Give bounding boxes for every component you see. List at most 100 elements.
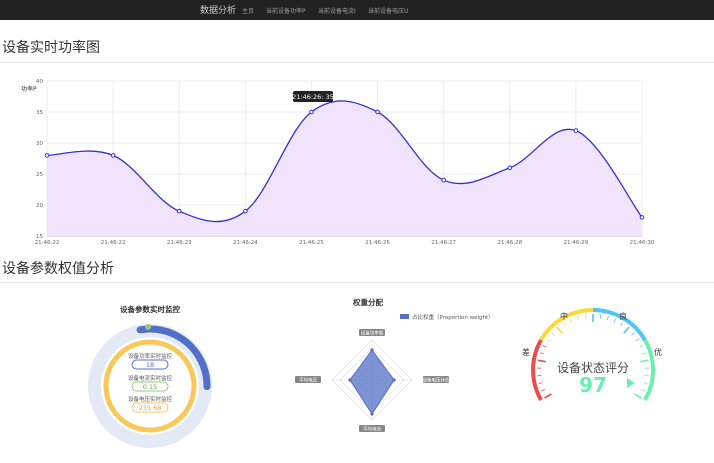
radar-point[interactable]: [392, 378, 396, 382]
gauge-tick: [639, 345, 644, 348]
gauge-tick: [577, 316, 580, 321]
radar-point[interactable]: [370, 412, 374, 416]
monitor-value-current: 0.15: [143, 383, 157, 391]
nav-item-home[interactable]: 主页: [242, 6, 254, 15]
y-axis-label: 功率P: [21, 85, 37, 93]
gauge-tick: [538, 382, 543, 384]
data-point[interactable]: [639, 215, 645, 220]
nav-item-voltage[interactable]: 当前设备电压U: [368, 6, 408, 15]
gauge-tick: [562, 322, 566, 327]
monitor-label-power: 设备功率实时监控: [128, 352, 173, 360]
y-tick-label: 40: [36, 79, 43, 85]
gauge-label-bad: 差: [522, 347, 530, 357]
radar-title: 权重分配: [352, 297, 383, 307]
navbar-brand[interactable]: 数据分析: [200, 3, 236, 16]
power-section-title: 设备实时功率图: [2, 40, 100, 56]
x-tick-label: 21:46:29: [564, 240, 589, 246]
svg-text:平均电压: 平均电压: [299, 377, 317, 384]
svg-text:设备功率图: 设备功率图: [361, 330, 384, 337]
svg-text:设备电压状态: 设备电压状态: [423, 377, 450, 384]
radar-legend-swatch[interactable]: [400, 314, 409, 319]
x-tick-label: 21:46:27: [431, 240, 456, 246]
radar-axis-label: 设备功率图: [359, 329, 385, 337]
x-tick-label: 21:46:22: [101, 240, 126, 246]
monitor-gauge: 设备参数实时监控 设备功率实时监控 18 设备电流实时监控 0.15 设备电压实…: [88, 304, 212, 448]
gauge-tick: [640, 359, 649, 363]
chart-tooltip: 21:46:26: 35: [292, 91, 334, 102]
data-point[interactable]: [507, 165, 513, 171]
gauge-tick: [643, 382, 648, 384]
data-point[interactable]: [375, 109, 380, 115]
gauge-tick: [641, 389, 646, 392]
gauge-tick: [542, 345, 547, 348]
nav-item-power[interactable]: 当前设备功率P: [266, 6, 306, 15]
monitor-label-voltage: 设备电压实时监控: [128, 395, 173, 403]
radar-axis-label: 平均电压: [295, 376, 321, 384]
gauge-tick: [556, 326, 563, 334]
data-point[interactable]: [110, 153, 116, 158]
data-point[interactable]: [243, 208, 248, 214]
gauge-label-fair: 中: [560, 311, 568, 321]
monitor-title: 设备参数实时监控: [120, 304, 180, 314]
y-tick-label: 35: [36, 110, 43, 116]
gauge-tick: [642, 352, 647, 355]
gauge-pointer-icon: [627, 378, 635, 388]
x-tick-label: 21:46:30: [630, 240, 655, 246]
gauge-label-excellent: 优: [654, 347, 662, 357]
gauge-tick: [544, 393, 552, 399]
x-tick-label: 21:46:25: [299, 240, 324, 246]
weights-section-title: 设备参数权值分析: [2, 261, 114, 277]
gauge-tick: [599, 314, 602, 319]
status-score-gauge: 差 中 良 优 设备状态评分 97: [522, 308, 662, 401]
x-tick-label: 21:46:28: [497, 240, 522, 246]
tooltip-text: 21:46:26: 35: [292, 93, 334, 101]
monitor-value-voltage: 235.68: [139, 404, 162, 412]
data-point[interactable]: [44, 153, 50, 158]
gauge-arc-segment: [531, 339, 543, 401]
top-navbar: 数据分析 主页 当前设备功率P 当前设备电流I 当前设备电压U: [0, 0, 714, 20]
y-tick-label: 30: [36, 141, 43, 147]
gauge-value: 97: [579, 373, 607, 397]
x-tick-label: 21:46:23: [167, 240, 192, 246]
gauge-arc-segment: [643, 339, 655, 401]
gauge-tick: [606, 316, 609, 321]
monitor-label-current: 设备电流实时监控: [128, 374, 173, 382]
gauge-tick: [635, 338, 640, 342]
gauge-tick: [623, 326, 630, 334]
x-tick-label: 21:46:26: [365, 240, 390, 246]
gauge-label-good: 良: [619, 311, 627, 321]
svg-text:平均电流: 平均电流: [363, 426, 381, 433]
gauge-tick: [613, 318, 617, 323]
monitor-value-power: 18: [146, 361, 154, 369]
data-point[interactable]: [573, 128, 579, 133]
gauge-tick: [540, 389, 545, 392]
gauge-tick: [634, 393, 642, 399]
gauge-tick: [539, 352, 544, 355]
x-tick-label: 21:46:22: [35, 240, 60, 246]
chart-area-fill: [47, 100, 642, 236]
radar-point[interactable]: [370, 348, 374, 352]
gauge-tick: [537, 359, 546, 363]
gauge-tick: [584, 314, 587, 319]
y-tick-label: 25: [36, 172, 43, 178]
current-progress-dot: [145, 324, 151, 330]
data-point[interactable]: [176, 208, 182, 214]
section-divider: [0, 62, 714, 63]
section-divider: [0, 282, 714, 283]
nav-item-current[interactable]: 当前设备电流I: [318, 6, 356, 15]
gauge-tick: [631, 332, 635, 336]
radar-legend-label[interactable]: 占比权重（Proportion weight）: [412, 313, 490, 321]
weight-radar-chart: 权重分配 占比权重（Proportion weight） 设备功率图设备电压状态…: [295, 297, 490, 433]
power-line-chart: 152025303540 21:46:22 21:46:22 21:46:23 21:…: [21, 79, 655, 246]
data-point[interactable]: [309, 109, 314, 115]
gauge-tick: [569, 318, 573, 323]
radar-axis-label: 平均电流: [359, 425, 385, 433]
gauge-tick: [620, 322, 624, 327]
gauge-tick: [551, 332, 555, 336]
radar-axis-label: 设备电压状态: [423, 376, 450, 384]
x-tick-label: 21:46:24: [233, 240, 258, 246]
radar-point[interactable]: [348, 378, 352, 382]
gauge-tick: [546, 338, 551, 342]
data-point[interactable]: [441, 177, 446, 183]
y-tick-label: 20: [36, 203, 43, 209]
